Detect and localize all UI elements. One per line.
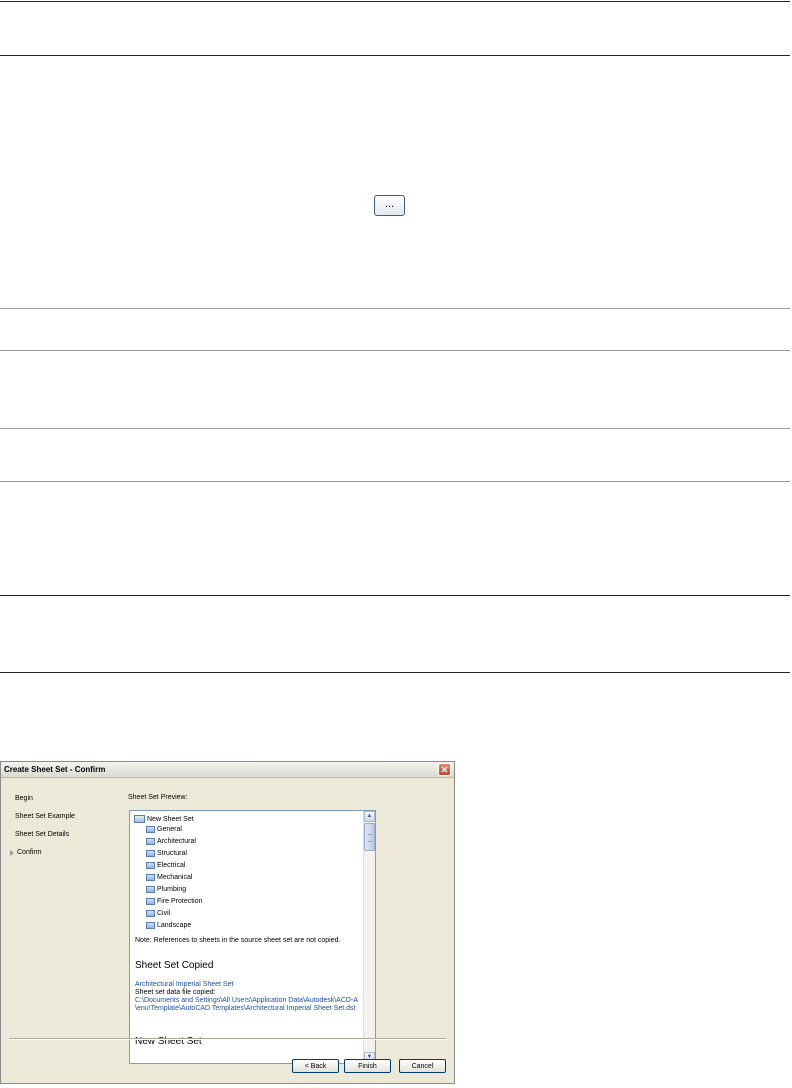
dialog-title: Create Sheet Set - Confirm: [4, 765, 106, 774]
close-icon: [441, 766, 448, 773]
folder-icon: [146, 838, 155, 845]
tree-root[interactable]: New Sheet Set: [134, 815, 194, 823]
preview-label: Sheet Set Preview:: [128, 794, 188, 801]
sheet-set-preview: New Sheet Set General Architectural Stru…: [129, 810, 376, 1064]
rule: [0, 308, 790, 309]
folder-icon: [146, 910, 155, 917]
tree-item[interactable]: Electrical: [146, 862, 185, 869]
copied-heading: Sheet Set Copied: [135, 960, 214, 971]
tree-item-label: Structural: [157, 850, 187, 857]
step-sheet-set-example[interactable]: Sheet Set Example: [15, 813, 75, 820]
source-sheet-set-name: Architectural Imperial Sheet Set: [135, 981, 234, 988]
finish-button[interactable]: Finish: [344, 1059, 391, 1073]
step-begin[interactable]: Begin: [15, 795, 33, 802]
folder-icon: [146, 922, 155, 929]
tree-item[interactable]: Plumbing: [146, 886, 186, 893]
grip-icon: [368, 834, 372, 842]
rule: [0, 55, 790, 56]
rule: [0, 481, 790, 482]
rule-top: [0, 1, 790, 2]
folder-icon: [146, 862, 155, 869]
sheet-set-icon: [134, 815, 145, 823]
scroll-up-button[interactable]: ▲: [364, 811, 375, 822]
data-file-path-line1: C:\Documents and Settings\All Users\Appl…: [135, 997, 358, 1004]
folder-icon: [146, 826, 155, 833]
close-button[interactable]: [438, 763, 451, 776]
vertical-scrollbar[interactable]: ▲ ▼: [363, 811, 375, 1063]
tree-item[interactable]: Mechanical: [146, 874, 192, 881]
rule: [0, 350, 790, 351]
step-confirm[interactable]: Confirm: [17, 849, 42, 856]
browse-button[interactable]: ...: [374, 195, 405, 216]
data-file-label: Sheet set data file copied:: [135, 989, 216, 996]
tree-item-label: Mechanical: [157, 874, 193, 881]
tree-item[interactable]: Landscape: [146, 922, 191, 929]
rule: [0, 428, 790, 429]
tree-item-label: Architectural: [157, 838, 196, 845]
tree-root-label: New Sheet Set: [147, 815, 194, 823]
cancel-button[interactable]: Cancel: [399, 1059, 446, 1073]
references-note: Note: References to sheets in the source…: [135, 937, 341, 944]
data-file-path-line2: \enu\Template\AutoCAD Templates\Architec…: [135, 1005, 356, 1012]
folder-icon: [146, 850, 155, 857]
tree-item-label: Civil: [157, 910, 171, 917]
tree-item[interactable]: Civil: [146, 910, 170, 917]
folder-icon: [146, 874, 155, 881]
rule: [0, 595, 790, 596]
rule: [0, 672, 790, 673]
create-sheet-set-dialog: Create Sheet Set - Confirm Begin Sheet S…: [0, 761, 455, 1084]
tree-item-label: Fire Protection: [157, 898, 203, 905]
tree-item-label: General: [157, 826, 182, 833]
title-bar: Create Sheet Set - Confirm: [1, 762, 454, 778]
tree-item-label: Landscape: [157, 922, 192, 929]
tree-item-label: Electrical: [157, 862, 186, 869]
current-step-arrow-icon: [10, 850, 14, 856]
folder-icon: [146, 898, 155, 905]
step-sheet-set-details[interactable]: Sheet Set Details: [15, 831, 69, 838]
scroll-thumb[interactable]: [364, 823, 375, 851]
tree-item[interactable]: Structural: [146, 850, 187, 857]
folder-icon: [146, 886, 155, 893]
back-button[interactable]: < Back: [292, 1059, 339, 1073]
tree-item[interactable]: Architectural: [146, 838, 196, 845]
tree-item-label: Plumbing: [157, 886, 187, 893]
tree-item[interactable]: General: [146, 826, 182, 833]
button-separator: [9, 1038, 446, 1040]
tree-item[interactable]: Fire Protection: [146, 898, 203, 905]
